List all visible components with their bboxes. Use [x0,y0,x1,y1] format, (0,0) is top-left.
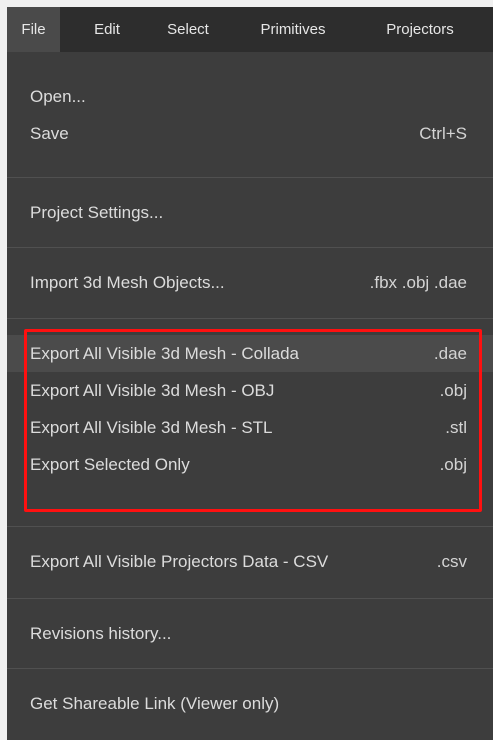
export-collada-format: .dae [433,344,467,363]
export-obj-menu-item[interactable]: Export All Visible 3d Mesh - OBJ .obj [7,372,493,409]
export-projectors-csv-format: .csv [436,552,467,571]
export-obj-format: .obj [439,381,467,400]
export-collada-menu-item-label: Export All Visible 3d Mesh - Collada [30,344,299,363]
menu-separator [7,247,493,248]
menu-separator [7,668,493,669]
menu-separator [7,598,493,599]
import-mesh-formats: .fbx .obj .dae [369,273,467,292]
export-projectors-csv-menu-item-label: Export All Visible Projectors Data - CSV [30,552,329,571]
app-frame: File Edit Select Primitives Projectors O… [7,7,493,740]
export-selected-menu-item[interactable]: Export Selected Only .obj [7,446,493,483]
file-menu-dropdown: Open... Save Ctrl+S Project Settings... … [7,52,493,740]
export-obj-menu-item-label: Export All Visible 3d Mesh - OBJ [30,381,275,400]
export-stl-menu-item[interactable]: Export All Visible 3d Mesh - STL .stl [7,409,493,446]
export-selected-menu-item-label: Export Selected Only [30,455,190,474]
export-projectors-csv-menu-item[interactable]: Export All Visible Projectors Data - CSV… [7,543,493,580]
menu-edit[interactable]: Edit [80,7,134,52]
save-menu-item[interactable]: Save Ctrl+S [7,115,493,152]
menu-projectors[interactable]: Projectors [365,7,475,52]
open-menu-item-label: Open... [30,87,86,106]
export-selected-format: .obj [439,455,467,474]
menu-file[interactable]: File [7,7,60,52]
menu-separator [7,318,493,319]
menu-select[interactable]: Select [154,7,222,52]
menubar: File Edit Select Primitives Projectors [7,7,493,52]
menu-primitives[interactable]: Primitives [243,7,343,52]
export-stl-menu-item-label: Export All Visible 3d Mesh - STL [30,418,273,437]
shareable-link-menu-item-label: Get Shareable Link (Viewer only) [30,694,280,713]
project-settings-menu-item-label: Project Settings... [30,203,164,222]
menu-separator [7,177,493,178]
import-mesh-menu-item-label: Import 3d Mesh Objects... [30,273,225,292]
open-menu-item[interactable]: Open... [7,78,493,115]
shareable-link-menu-item[interactable]: Get Shareable Link (Viewer only) [7,685,493,722]
revisions-history-menu-item-label: Revisions history... [30,624,172,643]
menu-separator [7,526,493,527]
revisions-history-menu-item[interactable]: Revisions history... [7,615,493,652]
export-stl-format: .stl [445,418,467,437]
save-shortcut: Ctrl+S [419,124,467,143]
export-collada-menu-item[interactable]: Export All Visible 3d Mesh - Collada .da… [7,335,493,372]
save-menu-item-label: Save [30,124,69,143]
project-settings-menu-item[interactable]: Project Settings... [7,194,493,231]
import-mesh-menu-item[interactable]: Import 3d Mesh Objects... .fbx .obj .dae [7,264,493,301]
